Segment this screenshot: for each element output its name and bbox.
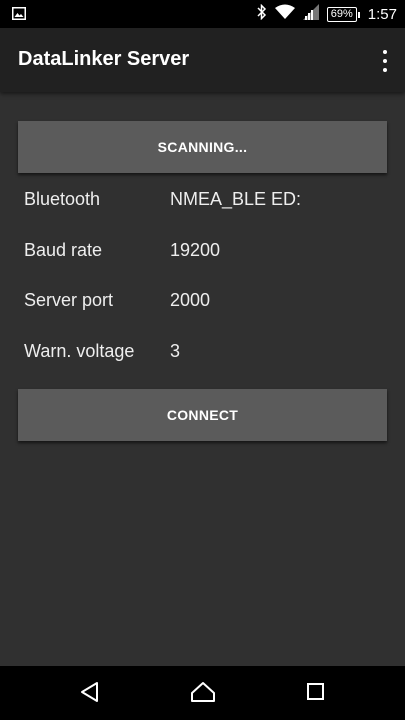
setting-row-baud-rate[interactable]: Baud rate 19200 [24,240,384,270]
setting-value[interactable]: NMEA_BLE ED: [170,189,301,210]
home-icon[interactable] [190,681,216,708]
setting-value[interactable]: 3 [170,341,180,362]
bluetooth-icon [257,3,267,25]
status-time: 1:57 [367,5,397,23]
setting-value[interactable]: 19200 [170,240,220,261]
battery-icon: 69% [326,6,360,22]
setting-row-bluetooth[interactable]: Bluetooth NMEA_BLE ED: [24,189,384,219]
back-icon[interactable] [80,681,100,708]
wifi-icon [274,4,295,24]
image-notification-icon [12,7,26,25]
scan-button[interactable]: SCANNING... [18,121,387,173]
navigation-bar [0,666,405,720]
setting-row-server-port[interactable]: Server port 2000 [24,290,384,320]
recents-icon[interactable] [306,681,326,708]
setting-label: Server port [24,290,114,310]
overflow-menu-icon[interactable] [379,50,391,72]
setting-label: Baud rate [24,240,103,260]
setting-label: Warn. voltage [24,341,135,361]
app-title: DataLinker Server [18,48,190,70]
signal-icon [302,3,319,25]
status-bar: 69% 1:57 [0,0,405,28]
setting-row-warn-voltage[interactable]: Warn. voltage 3 [24,341,384,371]
setting-label: Bluetooth [24,189,101,209]
app-bar: DataLinker Server [0,28,405,92]
connect-button[interactable]: CONNECT [18,389,387,441]
setting-value[interactable]: 2000 [170,290,210,311]
